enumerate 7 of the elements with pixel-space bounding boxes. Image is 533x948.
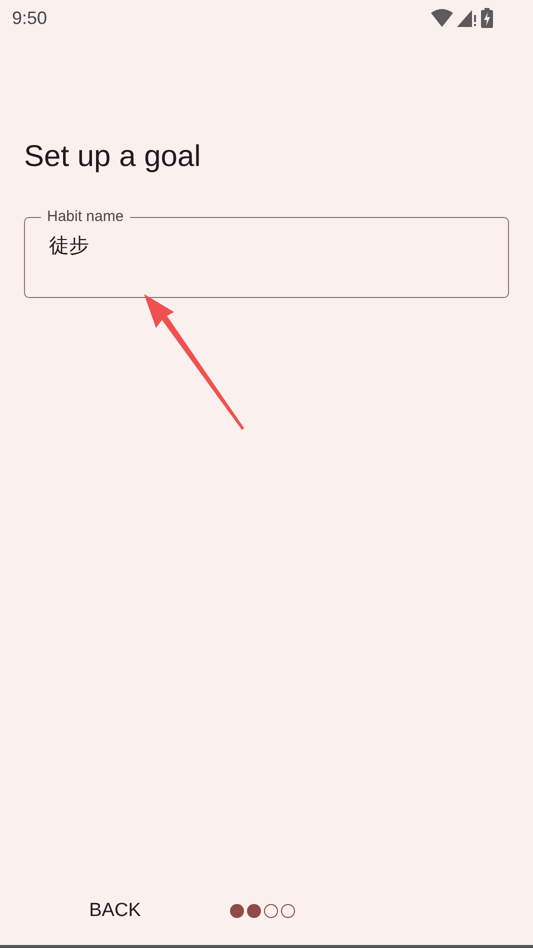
battery-charging-icon (481, 8, 493, 28)
status-time: 9:50 (12, 8, 48, 28)
page-title: Set up a goal (24, 140, 202, 174)
back-button[interactable]: BACK (0, 892, 230, 930)
signal-icon (457, 9, 477, 27)
wifi-icon (431, 9, 453, 27)
habit-name-field[interactable]: Habit name 徒步 (24, 208, 509, 298)
